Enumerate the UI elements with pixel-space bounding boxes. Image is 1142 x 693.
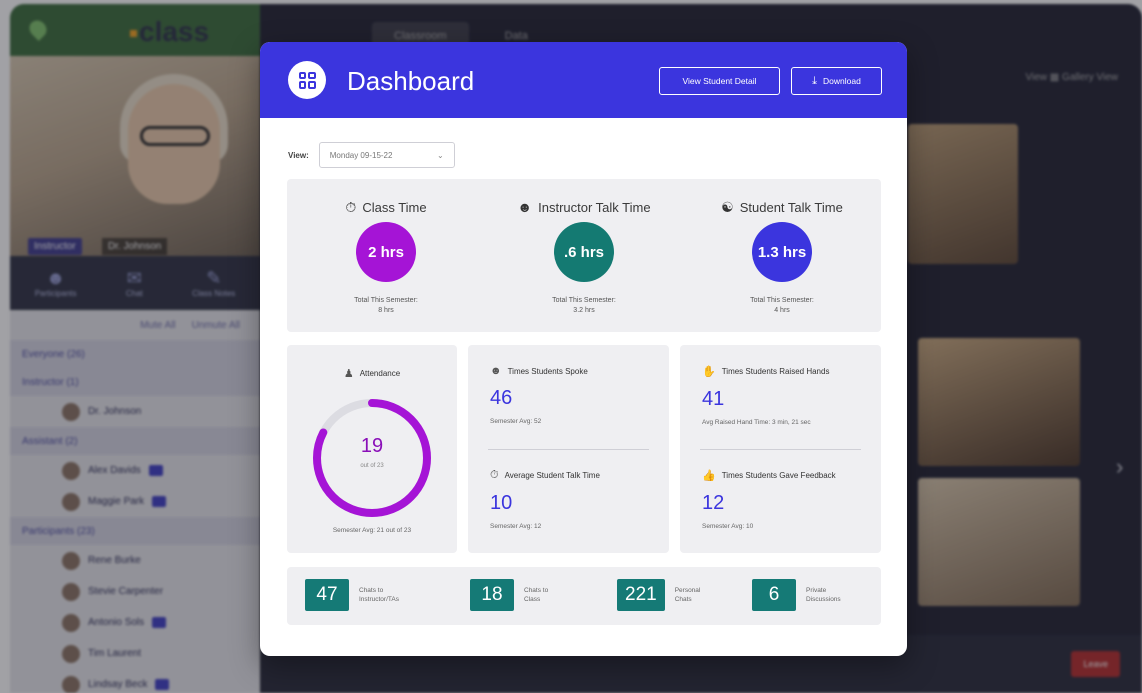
group-icon: ☯ — [721, 199, 734, 215]
dashboard-modal: Dashboard View Student Detail ⤓ Download… — [260, 42, 907, 656]
chats-panel: 47 Chats to Instructor/TAs 18 Chats to C… — [287, 567, 881, 625]
student-talk-semester-value: 4 hrs — [774, 307, 790, 314]
raised-hands-label: Times Students Raised Hands — [721, 367, 830, 376]
time-summary-panel: ⏱ Class Time 2 hrs Total This Semester: 8 … — [287, 179, 881, 332]
chats-instructor-value: 47 — [305, 579, 349, 611]
feedback-value: 12 — [702, 492, 725, 514]
timer-icon: ⏱ — [345, 199, 357, 215]
avg-talk-time-avg: Semester Avg: 12 — [490, 523, 542, 530]
instructor-talk-title: ☻ Instructor Talk Time — [485, 199, 683, 215]
instructor-talk-semester-value: 3.2 hrs — [573, 307, 595, 314]
raised-hand-icon: ✋ — [702, 366, 716, 378]
download-label: Download — [823, 76, 861, 86]
feedback-stat: 👍 Times Students Gave Feedback 12 Semeste… — [702, 469, 869, 530]
view-filter: View: Monday 09-15-22 ⌄ — [288, 142, 455, 168]
times-spoke-stat: ☻ Times Students Spoke 46 Semester Avg: 5… — [490, 365, 657, 425]
participation-card: ☻ Times Students Spoke 46 Semester Avg: 5… — [468, 345, 669, 553]
chats-class-label: Chats to Class — [524, 587, 549, 603]
times-spoke-title: ☻ Times Students Spoke — [490, 365, 657, 377]
class-time-semester: Total This Semester: 8 hrs — [287, 296, 485, 316]
raised-hands-avg: Avg Raised Hand Time: 3 min, 21 sec — [702, 419, 811, 426]
view-student-detail-button[interactable]: View Student Detail — [659, 67, 780, 95]
student-talk-metric: ☯ Student Talk Time 1.3 hrs Total This Se… — [683, 179, 881, 332]
personal-chats-value: 221 — [617, 579, 665, 611]
view-label: View: — [288, 150, 309, 160]
chats-class-value: 18 — [470, 579, 514, 611]
dashboard-header: Dashboard View Student Detail ⤓ Download — [260, 42, 907, 118]
person-icon: ♟ — [343, 368, 354, 380]
avg-talk-time-stat: ⏱ Average Student Talk Time 10 Semester A… — [490, 469, 657, 530]
attendance-value: 19 — [360, 435, 384, 457]
engagement-card: ✋ Times Students Raised Hands 41 Avg Rais… — [680, 345, 881, 553]
divider — [488, 449, 649, 450]
divider — [700, 449, 861, 450]
feedback-avg: Semester Avg: 10 — [702, 523, 754, 530]
class-time-value: 2 hrs — [356, 222, 416, 282]
private-discussions-value: 6 — [752, 579, 796, 611]
speaking-person-icon: ☻ — [490, 365, 502, 377]
instructor-talk-semester-label: Total This Semester: — [552, 297, 616, 304]
class-time-label: Class Time — [362, 200, 427, 215]
attendance-title: ♟ Attendance — [287, 367, 457, 380]
times-spoke-label: Times Students Spoke — [507, 366, 588, 376]
student-talk-semester: Total This Semester: 4 hrs — [683, 296, 881, 316]
grid-icon — [298, 71, 316, 89]
class-time-semester-label: Total This Semester: — [354, 297, 418, 304]
chats-instructor-label: Chats to Instructor/TAs — [359, 587, 399, 603]
page-title: Dashboard — [347, 66, 475, 96]
student-talk-semester-label: Total This Semester: — [750, 297, 814, 304]
date-select[interactable]: Monday 09-15-22 ⌄ — [318, 142, 455, 168]
attendance-card: ♟ Attendance 19 out of 23 Semester Avg: … — [287, 345, 457, 553]
thumbs-up-icon: 👍 — [702, 470, 716, 482]
student-talk-value: 1.3 hrs — [752, 222, 812, 282]
private-discussions-stat: 6 Private Discussions — [752, 579, 876, 611]
student-talk-label: Student Talk Time — [739, 200, 843, 215]
instructor-talk-semester: Total This Semester: 3.2 hrs — [485, 296, 683, 316]
chats-class-stat: 18 Chats to Class — [470, 579, 594, 611]
attendance-out-of: out of 23 — [360, 463, 384, 469]
attendance-label: Attendance — [359, 369, 401, 378]
class-time-semester-value: 8 hrs — [378, 307, 394, 314]
instructor-talk-label: Instructor Talk Time — [538, 200, 651, 215]
class-time-metric: ⏱ Class Time 2 hrs Total This Semester: 8 … — [287, 179, 485, 332]
raised-hands-value: 41 — [702, 388, 725, 410]
raised-hands-title: ✋ Times Students Raised Hands — [702, 365, 869, 378]
attendance-ring — [313, 399, 431, 517]
times-spoke-avg: Semester Avg: 52 — [490, 418, 542, 425]
chevron-down-icon: ⌄ — [437, 150, 444, 160]
raised-hands-stat: ✋ Times Students Raised Hands 41 Avg Rais… — [702, 365, 869, 426]
timer-icon: ⏱ — [490, 469, 499, 481]
download-icon: ⤓ — [812, 74, 818, 87]
instructor-talk-value: .6 hrs — [554, 222, 614, 282]
feedback-label: Times Students Gave Feedback — [721, 471, 836, 480]
class-time-title: ⏱ Class Time — [287, 199, 485, 216]
personal-chats-stat: 221 Personal Chats — [617, 579, 745, 611]
attendance-semester-avg: Semester Avg: 21 out of 23 — [332, 527, 412, 534]
instructor-talk-metric: ☻ Instructor Talk Time .6 hrs Total This … — [485, 179, 683, 332]
chats-instructor-stat: 47 Chats to Instructor/TAs — [305, 579, 429, 611]
speaking-person-icon: ☻ — [517, 199, 533, 215]
download-button[interactable]: ⤓ Download — [791, 67, 882, 95]
student-talk-title: ☯ Student Talk Time — [683, 199, 881, 216]
avg-talk-time-title: ⏱ Average Student Talk Time — [490, 469, 657, 482]
personal-chats-label: Personal Chats — [674, 587, 701, 603]
private-discussions-label: Private Discussions — [806, 587, 841, 603]
date-select-value: Monday 09-15-22 — [329, 150, 393, 160]
feedback-title: 👍 Times Students Gave Feedback — [702, 469, 869, 482]
dashboard-logo — [288, 61, 326, 99]
times-spoke-value: 46 — [490, 387, 513, 409]
avg-talk-time-value: 10 — [490, 492, 513, 514]
avg-talk-time-label: Average Student Talk Time — [504, 471, 600, 480]
